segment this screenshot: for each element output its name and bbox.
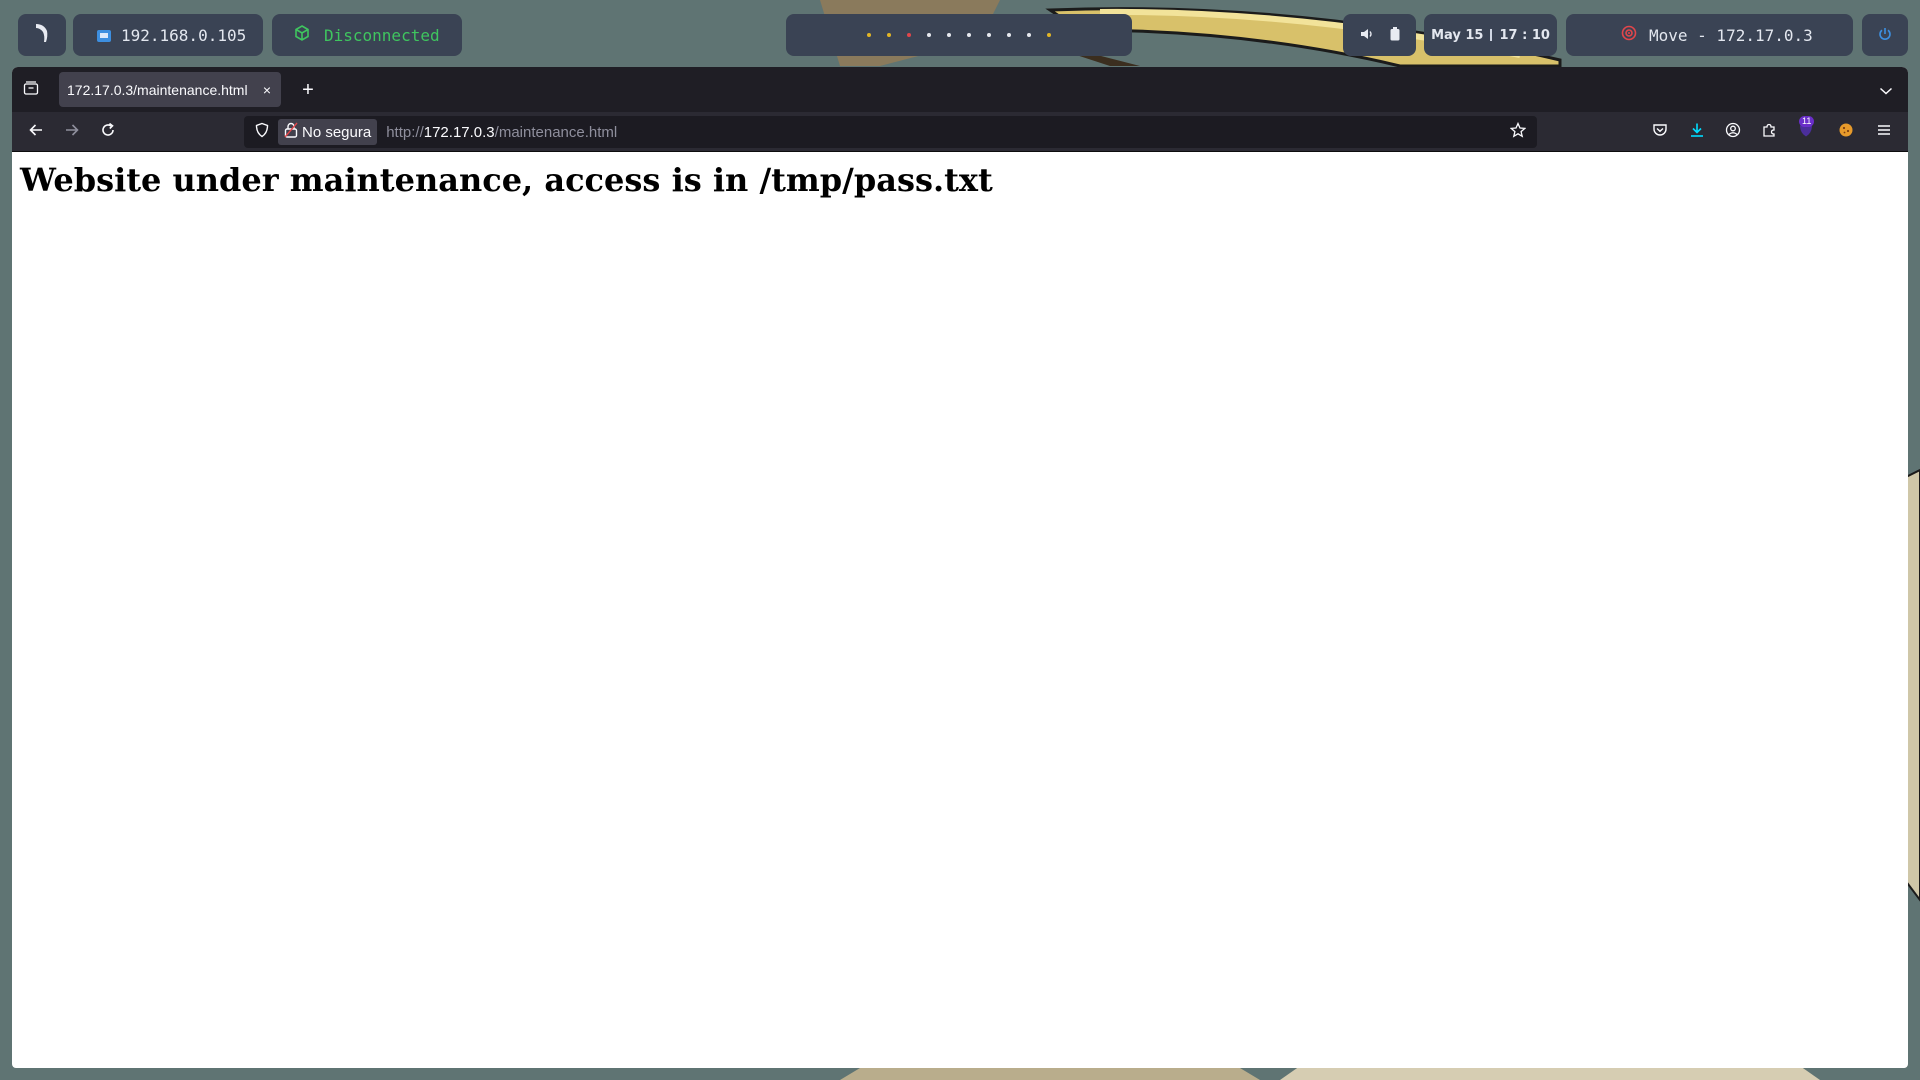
close-icon: × (262, 81, 272, 98)
workspace-5[interactable] (947, 33, 951, 37)
account-icon (1725, 122, 1741, 142)
workspace-1[interactable] (867, 33, 871, 37)
url-host: 172.17.0.3 (423, 123, 495, 141)
new-tab-button[interactable]: + (296, 78, 320, 102)
star-icon (1509, 121, 1527, 142)
workspace-10[interactable] (1047, 33, 1051, 37)
page-content: Website under maintenance, access is in … (12, 152, 1908, 208)
bookmark-button[interactable] (1507, 121, 1529, 143)
reload-icon (100, 122, 116, 142)
workspace-6[interactable] (967, 33, 971, 37)
clock-separator (1490, 29, 1493, 41)
workspace-4[interactable] (927, 33, 931, 37)
navigation-toolbar: No segura http://172.17.0.3/maintenance.… (12, 112, 1908, 152)
chevron-down-icon (1879, 81, 1893, 100)
hamburger-menu-icon (1876, 122, 1892, 142)
url-text[interactable]: http://172.17.0.3/maintenance.html (386, 124, 617, 141)
cube-icon (294, 25, 310, 45)
workspace-switcher[interactable] (786, 14, 1132, 56)
tab-maintenance[interactable]: 172.17.0.3/maintenance.html × (59, 72, 281, 107)
shield-icon (254, 122, 270, 142)
cookie-icon (1838, 122, 1854, 142)
power-button[interactable] (1862, 14, 1908, 56)
pocket-button[interactable] (1648, 120, 1672, 144)
system-tray (1343, 14, 1416, 56)
vpn-status-widget[interactable]: Disconnected (272, 14, 462, 56)
url-path: /maintenance.html (494, 123, 618, 141)
close-tab-button[interactable]: × (259, 82, 275, 98)
cookie-extension-button[interactable] (1834, 120, 1858, 144)
list-all-tabs-button[interactable] (1876, 80, 1896, 100)
address-bar[interactable]: No segura http://172.17.0.3/maintenance.… (244, 116, 1537, 148)
firefox-view-button[interactable] (20, 79, 42, 101)
url-scheme: http:// (386, 123, 424, 141)
tab-list-icon (23, 80, 39, 100)
battery-icon[interactable] (1390, 26, 1400, 45)
speaker-icon[interactable] (1360, 26, 1374, 45)
puzzle-icon (1761, 122, 1777, 142)
workspace-8[interactable] (1007, 33, 1011, 37)
app-menu-button[interactable] (1872, 120, 1896, 144)
menu-launcher-button[interactable] (18, 14, 66, 56)
reload-button[interactable] (96, 120, 120, 144)
workspace-7[interactable] (987, 33, 991, 37)
arrow-left-icon (28, 122, 44, 142)
workspace-3[interactable] (907, 33, 911, 37)
browser-window: 172.17.0.3/maintenance.html × + No segur… (12, 67, 1908, 1068)
local-ip-text: 192.168.0.105 (121, 25, 247, 45)
plus-icon: + (302, 78, 314, 101)
forward-button[interactable] (60, 120, 84, 144)
target-icon (1621, 25, 1637, 45)
extension-shield-button[interactable]: 11 (1794, 116, 1818, 144)
network-card-icon (97, 28, 111, 42)
page-heading: Website under maintenance, access is in … (20, 161, 993, 199)
arrow-right-icon (64, 122, 80, 142)
workspace-2[interactable] (887, 33, 891, 37)
date-text: May 15 (1431, 27, 1484, 43)
security-label: No segura (302, 123, 372, 141)
pocket-icon (1652, 122, 1668, 142)
workspace-9[interactable] (1027, 33, 1031, 37)
download-icon (1689, 122, 1705, 142)
kali-dragon-icon (32, 22, 52, 48)
target-widget[interactable]: Move - 172.17.0.3 (1566, 14, 1853, 56)
lock-broken-icon (284, 122, 298, 142)
extensions-button[interactable] (1757, 120, 1781, 144)
tab-bar: 172.17.0.3/maintenance.html × + (12, 67, 1908, 112)
account-button[interactable] (1721, 120, 1745, 144)
clock-widget[interactable]: May 15 17 : 10 (1424, 14, 1557, 56)
target-text: Move - 172.17.0.3 (1649, 25, 1813, 45)
local-ip-widget[interactable]: 192.168.0.105 (73, 14, 263, 56)
tracking-protection-button[interactable] (248, 118, 276, 146)
desktop-topbar: 192.168.0.105 Disconnected May 15 17 : 1… (0, 0, 1920, 66)
downloads-button[interactable] (1685, 120, 1709, 144)
vpn-status-text: Disconnected (324, 25, 440, 45)
time-text: 17 : 10 (1499, 27, 1550, 43)
back-button[interactable] (24, 120, 48, 144)
power-icon (1878, 26, 1892, 45)
tab-title: 172.17.0.3/maintenance.html (67, 81, 248, 98)
extension-badge: 11 (1799, 116, 1815, 127)
site-security-button[interactable]: No segura (278, 119, 378, 145)
